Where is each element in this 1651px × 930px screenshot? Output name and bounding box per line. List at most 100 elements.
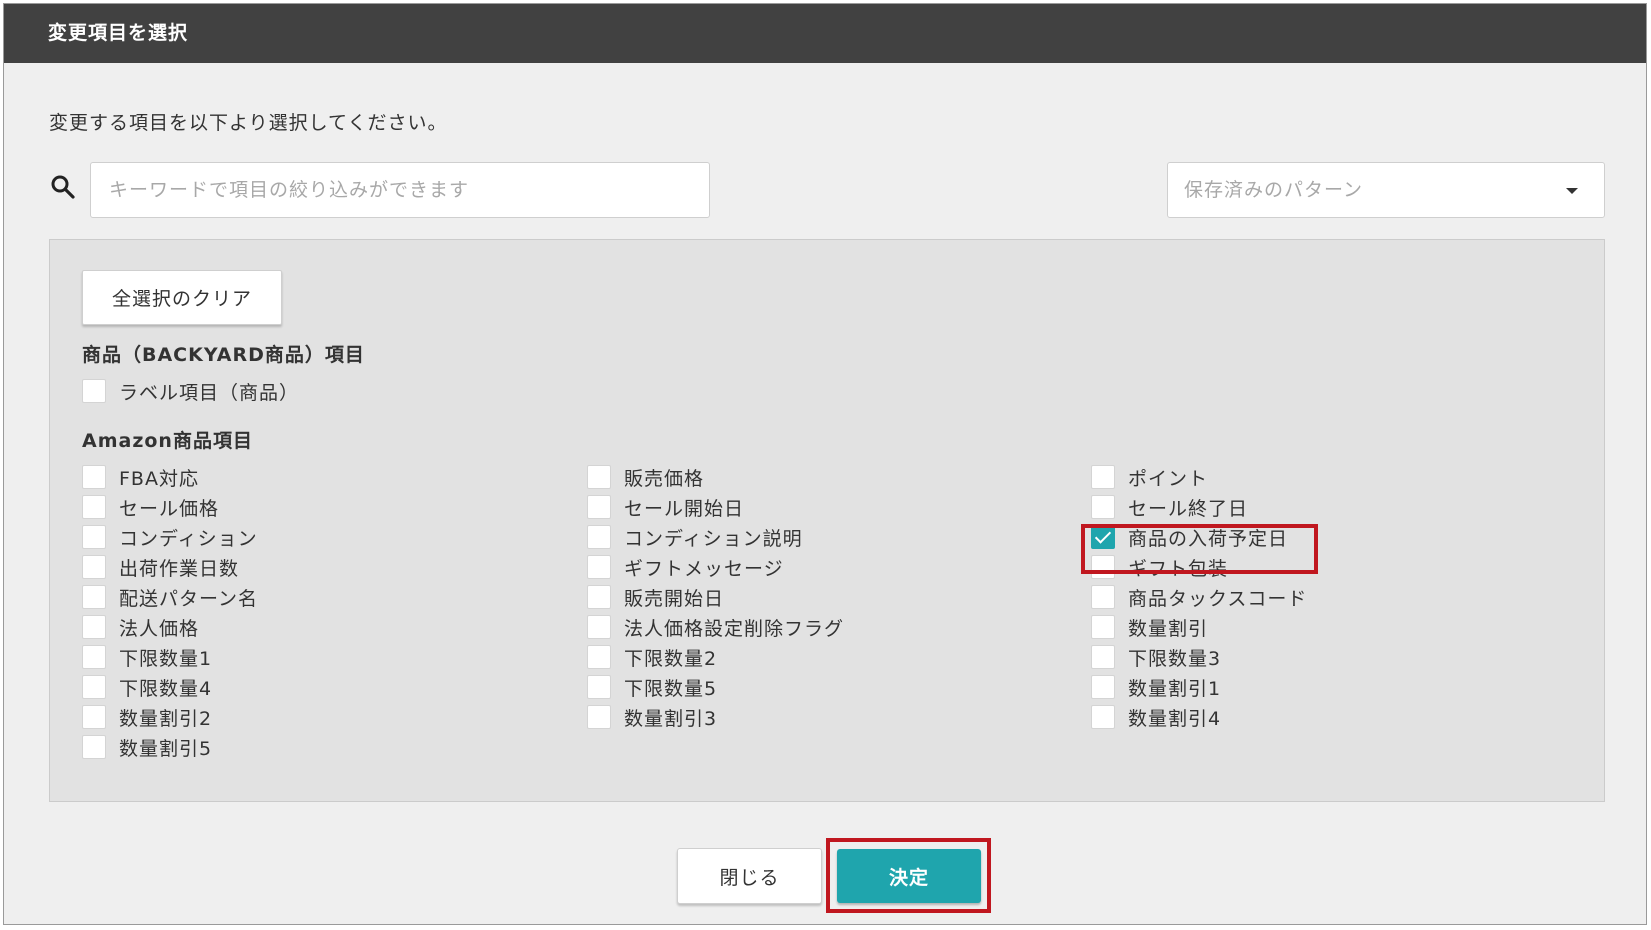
checkbox-checked[interactable] <box>1091 525 1115 549</box>
checkbox-label: 下限数量2 <box>624 647 718 670</box>
checkbox-item[interactable]: 下限数量5 <box>587 673 717 701</box>
checkbox-label: 下限数量4 <box>119 677 213 700</box>
checkbox-item[interactable]: コンディション <box>82 523 258 551</box>
checkbox-label: ギフトメッセージ <box>624 557 784 580</box>
checkbox-label: 法人価格 <box>119 617 200 640</box>
checkbox-item[interactable]: 販売価格 <box>587 463 704 491</box>
checkbox-item[interactable]: 数量割引4 <box>1091 703 1221 731</box>
checkbox-label: 販売開始日 <box>624 587 725 610</box>
search-icon <box>51 175 75 199</box>
checkbox[interactable] <box>1091 465 1115 489</box>
checkbox[interactable] <box>587 705 611 729</box>
checkbox[interactable] <box>587 465 611 489</box>
checkbox-label: ラベル項目（商品） <box>119 381 300 404</box>
checkbox-item[interactable]: コンディション説明 <box>587 523 803 551</box>
checkbox-item[interactable]: 下限数量4 <box>82 673 212 701</box>
checkbox-item[interactable]: 数量割引2 <box>82 703 212 731</box>
checkbox-label: コンディション説明 <box>624 527 803 550</box>
checkbox-label: ポイント <box>1128 467 1209 490</box>
checkbox[interactable] <box>1091 705 1115 729</box>
checkbox-label: セール開始日 <box>624 497 745 520</box>
checkbox-label: 数量割引 <box>1128 617 1209 640</box>
checkbox-label: 販売価格 <box>624 467 705 490</box>
checkbox-label: ギフト包装 <box>1128 557 1229 580</box>
checkbox[interactable] <box>1091 555 1115 579</box>
checkbox[interactable] <box>1091 585 1115 609</box>
checkbox-item[interactable]: 出荷作業日数 <box>82 553 239 581</box>
checkbox[interactable] <box>587 525 611 549</box>
checkbox-item[interactable]: セール終了日 <box>1091 493 1248 521</box>
checkbox-label: 数量割引3 <box>624 707 718 730</box>
dialog-title: 変更項目を選択 <box>4 4 1646 63</box>
checkbox-item[interactable]: FBA対応 <box>82 463 199 491</box>
checkbox[interactable] <box>587 615 611 639</box>
checkbox-label: コンディション <box>119 527 258 550</box>
checkbox-label: セール価格 <box>119 497 220 520</box>
submit-button[interactable]: 決定 <box>837 849 981 903</box>
checkbox-item[interactable]: ポイント <box>1091 463 1208 491</box>
checkbox[interactable] <box>82 645 106 669</box>
checkbox-item[interactable]: 法人価格 <box>82 613 199 641</box>
checkbox-item[interactable]: 配送パターン名 <box>82 583 258 611</box>
checkbox[interactable] <box>82 495 106 519</box>
checkbox-item[interactable]: 商品タックスコード <box>1091 583 1307 611</box>
checkbox[interactable] <box>82 525 106 549</box>
checkbox[interactable] <box>82 615 106 639</box>
checkbox-item[interactable]: ラベル項目（商品） <box>82 377 299 405</box>
checkbox-item[interactable]: 数量割引3 <box>587 703 717 731</box>
search-input[interactable] <box>90 162 710 218</box>
field-selection-panel: 全選択のクリア 商品（BACKYARD商品）項目 ラベル項目（商品） Amazo… <box>49 239 1605 802</box>
checkbox-item[interactable]: 法人価格設定削除フラグ <box>587 613 844 641</box>
checkbox-label: 法人価格設定削除フラグ <box>624 617 845 640</box>
checkbox-item[interactable]: 商品の入荷予定日 <box>1091 523 1288 551</box>
checkbox-label: 数量割引5 <box>119 737 213 760</box>
checkbox-item[interactable]: ギフトメッセージ <box>587 553 784 581</box>
checkbox[interactable] <box>1091 645 1115 669</box>
checkbox-label: 出荷作業日数 <box>119 557 240 580</box>
checkbox[interactable] <box>82 675 106 699</box>
section-heading-amazon: Amazon商品項目 <box>82 430 253 452</box>
checkbox-item[interactable]: 下限数量1 <box>82 643 212 671</box>
checkbox-item[interactable]: 数量割引5 <box>82 733 212 761</box>
checkbox[interactable] <box>587 585 611 609</box>
checkbox-item[interactable]: 下限数量3 <box>1091 643 1221 671</box>
checkbox-item[interactable]: 販売開始日 <box>587 583 724 611</box>
checkbox-label: セール終了日 <box>1128 497 1249 520</box>
submit-highlight-annotation: 決定 <box>826 838 991 913</box>
clear-all-button[interactable]: 全選択のクリア <box>82 270 282 325</box>
checkbox[interactable] <box>587 645 611 669</box>
checkbox-label: 下限数量3 <box>1128 647 1222 670</box>
checkbox-label: 下限数量5 <box>624 677 718 700</box>
checkbox-item[interactable]: 数量割引1 <box>1091 673 1221 701</box>
saved-pattern-placeholder: 保存済みのパターン <box>1184 179 1364 201</box>
checkbox[interactable] <box>82 705 106 729</box>
checkbox-item[interactable]: 下限数量2 <box>587 643 717 671</box>
checkbox[interactable] <box>587 675 611 699</box>
checkbox[interactable] <box>587 495 611 519</box>
checkbox-label: FBA対応 <box>119 467 199 490</box>
checkbox[interactable] <box>82 585 106 609</box>
checkbox-label: 配送パターン名 <box>119 587 259 610</box>
checkbox[interactable] <box>1091 495 1115 519</box>
checkbox[interactable] <box>82 735 106 759</box>
close-button[interactable]: 閉じる <box>677 848 822 904</box>
checkbox-item[interactable]: セール開始日 <box>587 493 744 521</box>
checkbox-item[interactable]: ギフト包装 <box>1091 553 1228 581</box>
checkbox[interactable] <box>82 379 106 403</box>
select-fields-dialog: 変更項目を選択 変更する項目を以下より選択してください。 保存済みのパターン 全… <box>3 3 1647 925</box>
saved-pattern-select[interactable]: 保存済みのパターン <box>1167 162 1605 218</box>
checkbox[interactable] <box>587 555 611 579</box>
checkbox-item[interactable]: セール価格 <box>82 493 219 521</box>
section-heading-backyard: 商品（BACKYARD商品）項目 <box>82 344 365 366</box>
caret-down-icon <box>1566 188 1578 194</box>
checkbox-label: 商品の入荷予定日 <box>1128 527 1289 550</box>
checkbox-label: 下限数量1 <box>119 647 213 670</box>
checkbox-label: 数量割引4 <box>1128 707 1222 730</box>
checkbox[interactable] <box>82 555 106 579</box>
checkbox[interactable] <box>1091 615 1115 639</box>
checkbox-label: 数量割引1 <box>1128 677 1222 700</box>
checkbox-item[interactable]: 数量割引 <box>1091 613 1208 641</box>
checkbox[interactable] <box>82 465 106 489</box>
checkbox-label: 数量割引2 <box>119 707 213 730</box>
checkbox[interactable] <box>1091 675 1115 699</box>
